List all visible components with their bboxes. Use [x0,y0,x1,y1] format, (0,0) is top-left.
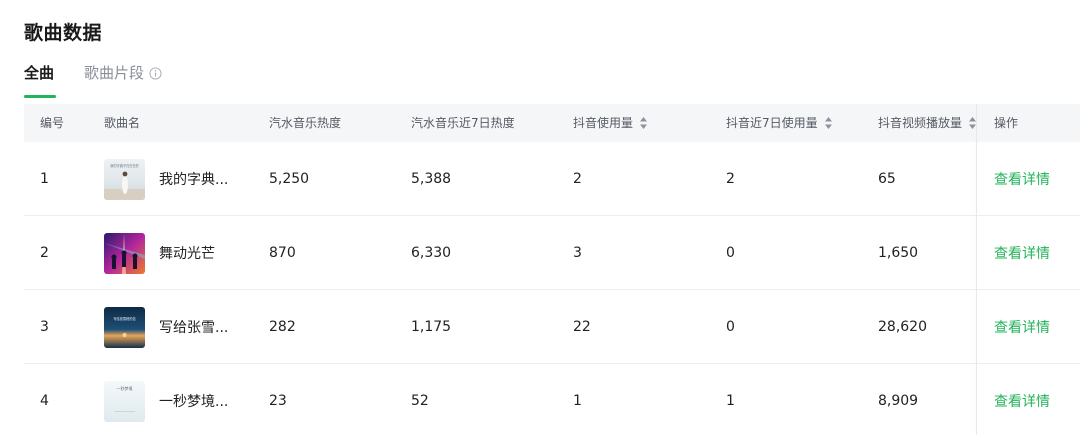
header-label: 抖音视频播放量 [878,116,963,130]
song-name: 舞动光芒 [159,246,215,262]
fixed-column-divider [976,104,977,435]
header-label: 汽水音乐近7日热度 [411,116,515,130]
header-dy-usage-7d[interactable]: 抖音近7日使用量 [726,104,833,142]
row-index: 3 [40,319,49,335]
dy-play-value: 8,909 [878,393,919,409]
dy-usage-7d-value: 1 [726,393,735,409]
cover-text: 一秒梦境 [117,385,133,391]
qs-heat-value: 282 [269,319,296,335]
sort-icon[interactable] [639,116,648,130]
dy-usage-7d-value: 0 [726,319,735,335]
qs-heat-value: 23 [269,393,287,409]
qs-heat-7d-value: 6,330 [411,245,452,261]
qs-heat-value: 870 [269,245,296,261]
view-details-link[interactable]: 查看详情 [994,391,1050,411]
song-name: 写给张雪... [159,320,229,336]
tab-all-songs[interactable]: 全曲 [24,60,56,98]
page-title: 歌曲数据 [24,22,103,44]
song-name: 我的字典... [159,172,229,188]
row-index: 1 [40,171,49,187]
row-index: 4 [40,393,49,409]
view-details-link[interactable]: 查看详情 [994,169,1050,189]
header-dy-play[interactable]: 抖音视频播放量 [878,104,977,142]
dy-play-value: 28,620 [878,319,927,335]
song-cell[interactable]: 我的字典不在在在的 我的字典... [104,142,228,216]
view-details-link[interactable]: 查看详情 [994,243,1050,263]
tab-song-clips[interactable]: 歌曲片段 [84,60,162,98]
dy-usage-value: 1 [573,393,582,409]
header-qs-heat-7d: 汽水音乐近7日热度 [411,104,515,142]
qs-heat-7d-value: 5,388 [411,171,452,187]
album-cover-image[interactable]: 写给张雪峰的信 [104,306,145,348]
album-cover-image[interactable]: 我的字典不在在在的 [104,158,145,200]
tab-bar: 全曲 歌曲片段 [24,60,162,98]
row-index: 2 [40,245,49,261]
sort-icon[interactable] [824,116,833,130]
header-label: 操作 [994,116,1019,130]
album-cover-image[interactable] [104,232,145,274]
song-cell[interactable]: 舞动光芒 [104,216,215,290]
table-row: 1 我的字典不在在在的 我的字典... 5,250 5,388 2 2 65 查… [24,142,1080,216]
header-label: 编号 [40,116,65,130]
qs-heat-value: 5,250 [269,171,310,187]
table-row: 4 一秒梦境 一秒梦境... 23 52 1 1 8,909 查看详情 [24,364,1080,435]
qs-heat-7d-value: 1,175 [411,319,452,335]
dy-play-value: 1,650 [878,245,919,261]
tab-label: 全曲 [24,64,55,82]
header-actions: 操作 [994,104,1018,142]
header-index: 编号 [40,104,64,142]
dy-play-value: 65 [878,171,896,187]
table-row: 2 舞动光芒 870 6,330 3 0 1,650 查看详情 [24,216,1080,290]
cover-text: 写给张雪峰的信 [113,316,136,321]
header-label: 抖音近7日使用量 [726,116,818,130]
song-cell[interactable]: 一秒梦境 一秒梦境... [104,364,228,435]
album-cover-image[interactable]: 一秒梦境 [104,380,145,422]
tab-label: 歌曲片段 [84,64,145,82]
table-header: 编号 歌曲名 汽水音乐热度 汽水音乐近7日热度 抖音使用量 抖音近7日使用量 抖… [24,104,1080,142]
header-song-name: 歌曲名 [104,104,140,142]
qs-heat-7d-value: 52 [411,393,429,409]
song-data-table: 编号 歌曲名 汽水音乐热度 汽水音乐近7日热度 抖音使用量 抖音近7日使用量 抖… [24,104,1080,435]
header-qs-heat: 汽水音乐热度 [269,104,341,142]
header-label: 汽水音乐热度 [269,116,342,130]
dy-usage-7d-value: 2 [726,171,735,187]
song-name: 一秒梦境... [159,394,229,410]
dy-usage-value: 2 [573,171,582,187]
dy-usage-value: 3 [573,245,582,261]
dy-usage-value: 22 [573,319,591,335]
dy-usage-7d-value: 0 [726,245,735,261]
header-dy-usage[interactable]: 抖音使用量 [573,104,648,142]
header-label: 歌曲名 [104,116,141,130]
table-row: 3 写给张雪峰的信 写给张雪... 282 1,175 22 0 28,620 … [24,290,1080,364]
header-label: 抖音使用量 [573,116,634,130]
view-details-link[interactable]: 查看详情 [994,317,1050,337]
cover-text: 我的字典不在在在的 [110,163,139,168]
info-icon[interactable] [149,67,162,80]
song-cell[interactable]: 写给张雪峰的信 写给张雪... [104,290,228,364]
